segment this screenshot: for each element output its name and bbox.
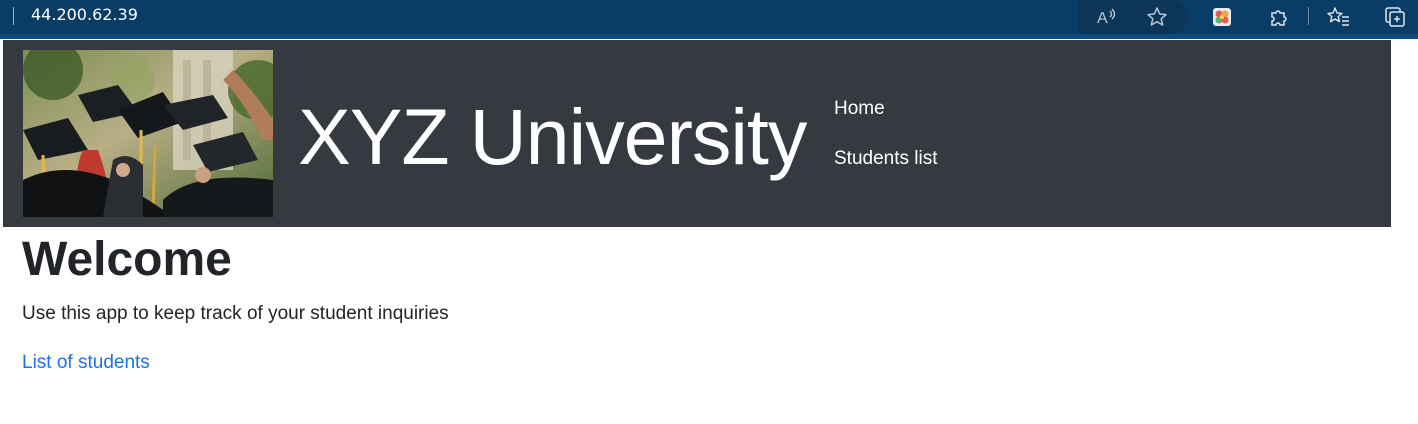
- read-aloud-icon[interactable]: A: [1095, 5, 1119, 29]
- extension-flower-icon[interactable]: [1210, 5, 1234, 29]
- hero-image: [23, 50, 273, 217]
- site-header: XYZ University Home Students list: [3, 40, 1391, 227]
- nav-link-students-list[interactable]: Students list: [834, 147, 938, 171]
- extensions-puzzle-icon[interactable]: [1266, 5, 1290, 29]
- browser-toolbar: 44.200.62.39 A: [0, 0, 1418, 34]
- collections-icon[interactable]: [1383, 5, 1407, 29]
- page-title: Welcome: [22, 233, 232, 286]
- nav-link-home[interactable]: Home: [834, 97, 885, 121]
- favorites-list-icon[interactable]: [1327, 5, 1351, 29]
- address-bar[interactable]: 44.200.62.39: [31, 5, 138, 25]
- page-description: Use this app to keep track of your stude…: [22, 303, 449, 324]
- site-title: XYZ University: [298, 92, 807, 181]
- list-of-students-link[interactable]: List of students: [22, 351, 150, 375]
- address-divider: [13, 7, 14, 25]
- browser-accent-strip: [0, 34, 1418, 39]
- toolbar-divider: [1308, 7, 1309, 25]
- favorite-star-icon[interactable]: [1145, 5, 1169, 29]
- svg-text:A: A: [1097, 10, 1108, 27]
- graduation-caps-photo: [23, 50, 273, 217]
